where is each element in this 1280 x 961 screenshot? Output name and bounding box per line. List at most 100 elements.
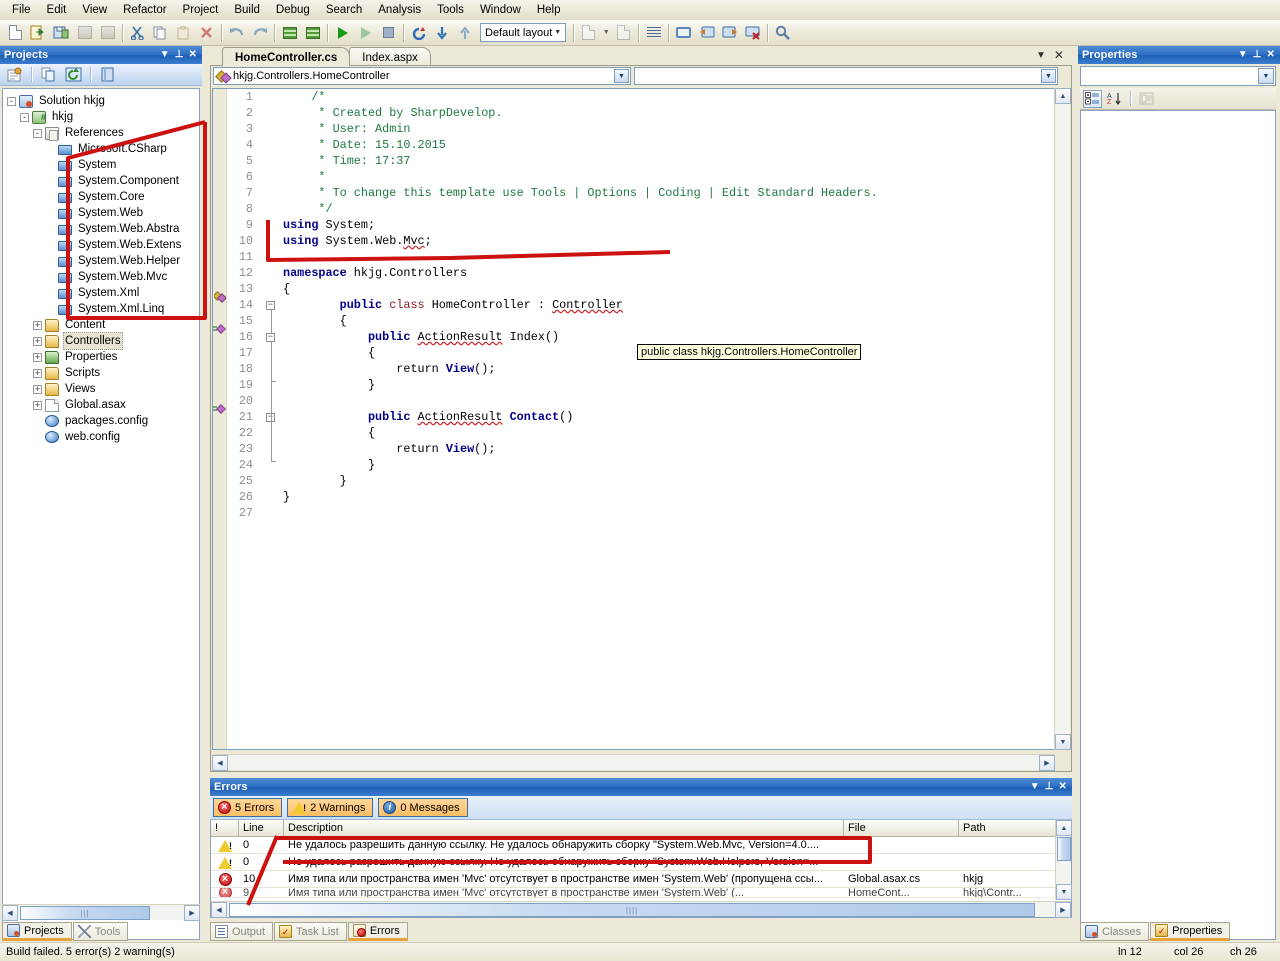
- chevron-down-icon[interactable]: ▼: [1030, 782, 1040, 792]
- menu-item-debug[interactable]: Debug: [268, 1, 318, 19]
- save-all-icon[interactable]: [50, 22, 73, 44]
- step-down-icon[interactable]: [430, 22, 453, 44]
- menu-item-file[interactable]: File: [4, 1, 39, 19]
- hscroll-thumb[interactable]: ||||: [229, 903, 1035, 917]
- tree-item-scripts[interactable]: + Scripts: [7, 365, 197, 381]
- search-icon[interactable]: [771, 22, 794, 44]
- menu-item-view[interactable]: View: [74, 1, 115, 19]
- scroll-left-button[interactable]: ◀: [212, 755, 228, 771]
- tree-item-system-web-abstra[interactable]: System.Web.Abstra: [7, 221, 197, 237]
- column-header-description[interactable]: Description: [284, 820, 844, 836]
- table-row[interactable]: 9 Имя типа или пространства имен 'Mvc' о…: [211, 888, 1071, 898]
- tree-item-system-component[interactable]: System.Component: [7, 173, 197, 189]
- tree-item-system-web[interactable]: System.Web: [7, 205, 197, 221]
- filter-0-messages[interactable]: 0 Messages: [378, 798, 468, 817]
- chevron-down-icon[interactable]: ▼: [1238, 50, 1248, 60]
- expand-icon[interactable]: +: [33, 352, 42, 362]
- pin-icon[interactable]: ⊥: [1045, 782, 1054, 792]
- split-v-icon[interactable]: [718, 22, 741, 44]
- document-tab-index-aspx[interactable]: Index.aspx: [349, 47, 431, 66]
- delete-icon[interactable]: [195, 22, 218, 44]
- editor-hscrollbar[interactable]: ◀ ▶: [212, 754, 1055, 771]
- tree-item-views[interactable]: + Views: [7, 381, 197, 397]
- tree-item-controllers[interactable]: + Controllers: [7, 332, 197, 350]
- chevron-down-icon[interactable]: ▼: [160, 50, 170, 60]
- menu-item-tools[interactable]: Tools: [429, 1, 472, 19]
- projects-tree-container[interactable]: -Solution hkjg-hkjg-ReferencesMicrosoft.…: [2, 88, 200, 940]
- alphabetical-icon[interactable]: AZ: [1105, 90, 1124, 108]
- run-icon[interactable]: [331, 22, 354, 44]
- scroll-up-button[interactable]: ▲: [1056, 820, 1072, 836]
- refresh-icon[interactable]: [62, 64, 85, 86]
- vscroll-thumb[interactable]: [1057, 837, 1071, 861]
- editor-vscrollbar[interactable]: ▲ ▼: [1054, 88, 1071, 750]
- collapse-icon[interactable]: -: [20, 112, 29, 122]
- tree-item-web-config[interactable]: web.config: [7, 429, 197, 445]
- chevron-down-icon[interactable]: ▼: [1036, 50, 1046, 61]
- hscroll-thumb[interactable]: |||: [20, 906, 150, 920]
- tree-item-global-asax[interactable]: + Global.asax: [7, 397, 197, 413]
- chevron-down-icon[interactable]: ▼: [1258, 68, 1274, 84]
- member-combo[interactable]: ▼: [634, 67, 1058, 85]
- menu-item-project[interactable]: Project: [175, 1, 227, 19]
- fold-toggle-line14[interactable]: −: [266, 301, 275, 310]
- close-window-icon[interactable]: [741, 22, 764, 44]
- errors-hscrollbar[interactable]: ◀ |||| ▶: [211, 901, 1071, 918]
- editor-icon-margin[interactable]: [213, 89, 227, 749]
- tree-item-solution-hkjg[interactable]: - Solution hkjg: [7, 93, 197, 109]
- save-icon[interactable]: [73, 22, 96, 44]
- tree-item-references[interactable]: - References: [7, 125, 197, 141]
- document-tab-homecontroller-cs[interactable]: HomeController.cs: [222, 47, 351, 66]
- tree-item-hkjg[interactable]: - hkjg: [7, 109, 197, 125]
- new-form-icon[interactable]: [577, 22, 600, 44]
- cut-icon[interactable]: [126, 22, 149, 44]
- property-object-combo[interactable]: ▼: [1080, 66, 1276, 86]
- table-row[interactable]: 0 Не удалось разрешить данную ссылку. Не …: [211, 854, 1071, 871]
- menu-item-help[interactable]: Help: [529, 1, 569, 19]
- expand-icon[interactable]: +: [33, 320, 42, 330]
- tree-item-packages-config[interactable]: packages.config: [7, 413, 197, 429]
- menu-item-window[interactable]: Window: [472, 1, 529, 19]
- column-header-path[interactable]: Path: [959, 820, 1059, 836]
- tree-item-microsoft-csharp[interactable]: Microsoft.CSharp: [7, 141, 197, 157]
- run-debug-icon[interactable]: [354, 22, 377, 44]
- chevron-down-icon[interactable]: ▼: [1041, 69, 1056, 83]
- property-pages-icon[interactable]: [1137, 90, 1156, 108]
- menu-item-refactor[interactable]: Refactor: [115, 1, 174, 19]
- collapse-icon[interactable]: -: [33, 128, 42, 138]
- scroll-left-button[interactable]: ◀: [2, 905, 18, 921]
- menu-item-analysis[interactable]: Analysis: [370, 1, 429, 19]
- rebuild-icon[interactable]: [301, 22, 324, 44]
- scroll-up-button[interactable]: ▲: [1055, 88, 1071, 104]
- bottom-tab-errors[interactable]: Errors: [347, 922, 408, 941]
- align-icon[interactable]: [642, 22, 665, 44]
- view-icon[interactable]: [96, 64, 119, 86]
- errors-grid-body[interactable]: 0 Не удалось разрешить данную ссылку. Не …: [211, 837, 1071, 888]
- filter-5-errors[interactable]: 5 Errors: [213, 798, 283, 817]
- table-row[interactable]: 0 Не удалось разрешить данную ссылку. Не …: [211, 837, 1071, 854]
- properties-grid[interactable]: [1080, 110, 1276, 940]
- copy-icon[interactable]: [37, 64, 60, 86]
- expand-icon[interactable]: +: [33, 336, 42, 346]
- open-file-icon[interactable]: [27, 22, 50, 44]
- split-h-icon[interactable]: [695, 22, 718, 44]
- scroll-right-button[interactable]: ▶: [1055, 902, 1071, 918]
- bottom-tab-tools[interactable]: Tools: [72, 922, 129, 941]
- stop-icon[interactable]: [377, 22, 400, 44]
- menu-item-build[interactable]: Build: [226, 1, 268, 19]
- column-header--[interactable]: !: [211, 820, 239, 836]
- properties-icon[interactable]: [3, 64, 26, 86]
- step-up-icon[interactable]: [453, 22, 476, 44]
- layout-selector[interactable]: Default layout ▼: [480, 23, 567, 42]
- copy-icon[interactable]: [149, 22, 172, 44]
- code-folding-column[interactable]: − − −: [261, 89, 283, 749]
- tree-item-system-xml[interactable]: System.Xml: [7, 285, 197, 301]
- refresh-icon[interactable]: [407, 22, 430, 44]
- tree-item-system-xml-linq[interactable]: System.Xml.Linq: [7, 301, 197, 317]
- bottom-tab-output[interactable]: Output: [210, 922, 274, 941]
- window-icon[interactable]: [672, 22, 695, 44]
- collapse-icon[interactable]: -: [7, 96, 16, 106]
- scroll-right-button[interactable]: ▶: [184, 905, 200, 921]
- code-lines[interactable]: /* * Created by SharpDevelop. * User: Ad…: [283, 89, 1054, 521]
- expand-icon[interactable]: +: [33, 368, 42, 378]
